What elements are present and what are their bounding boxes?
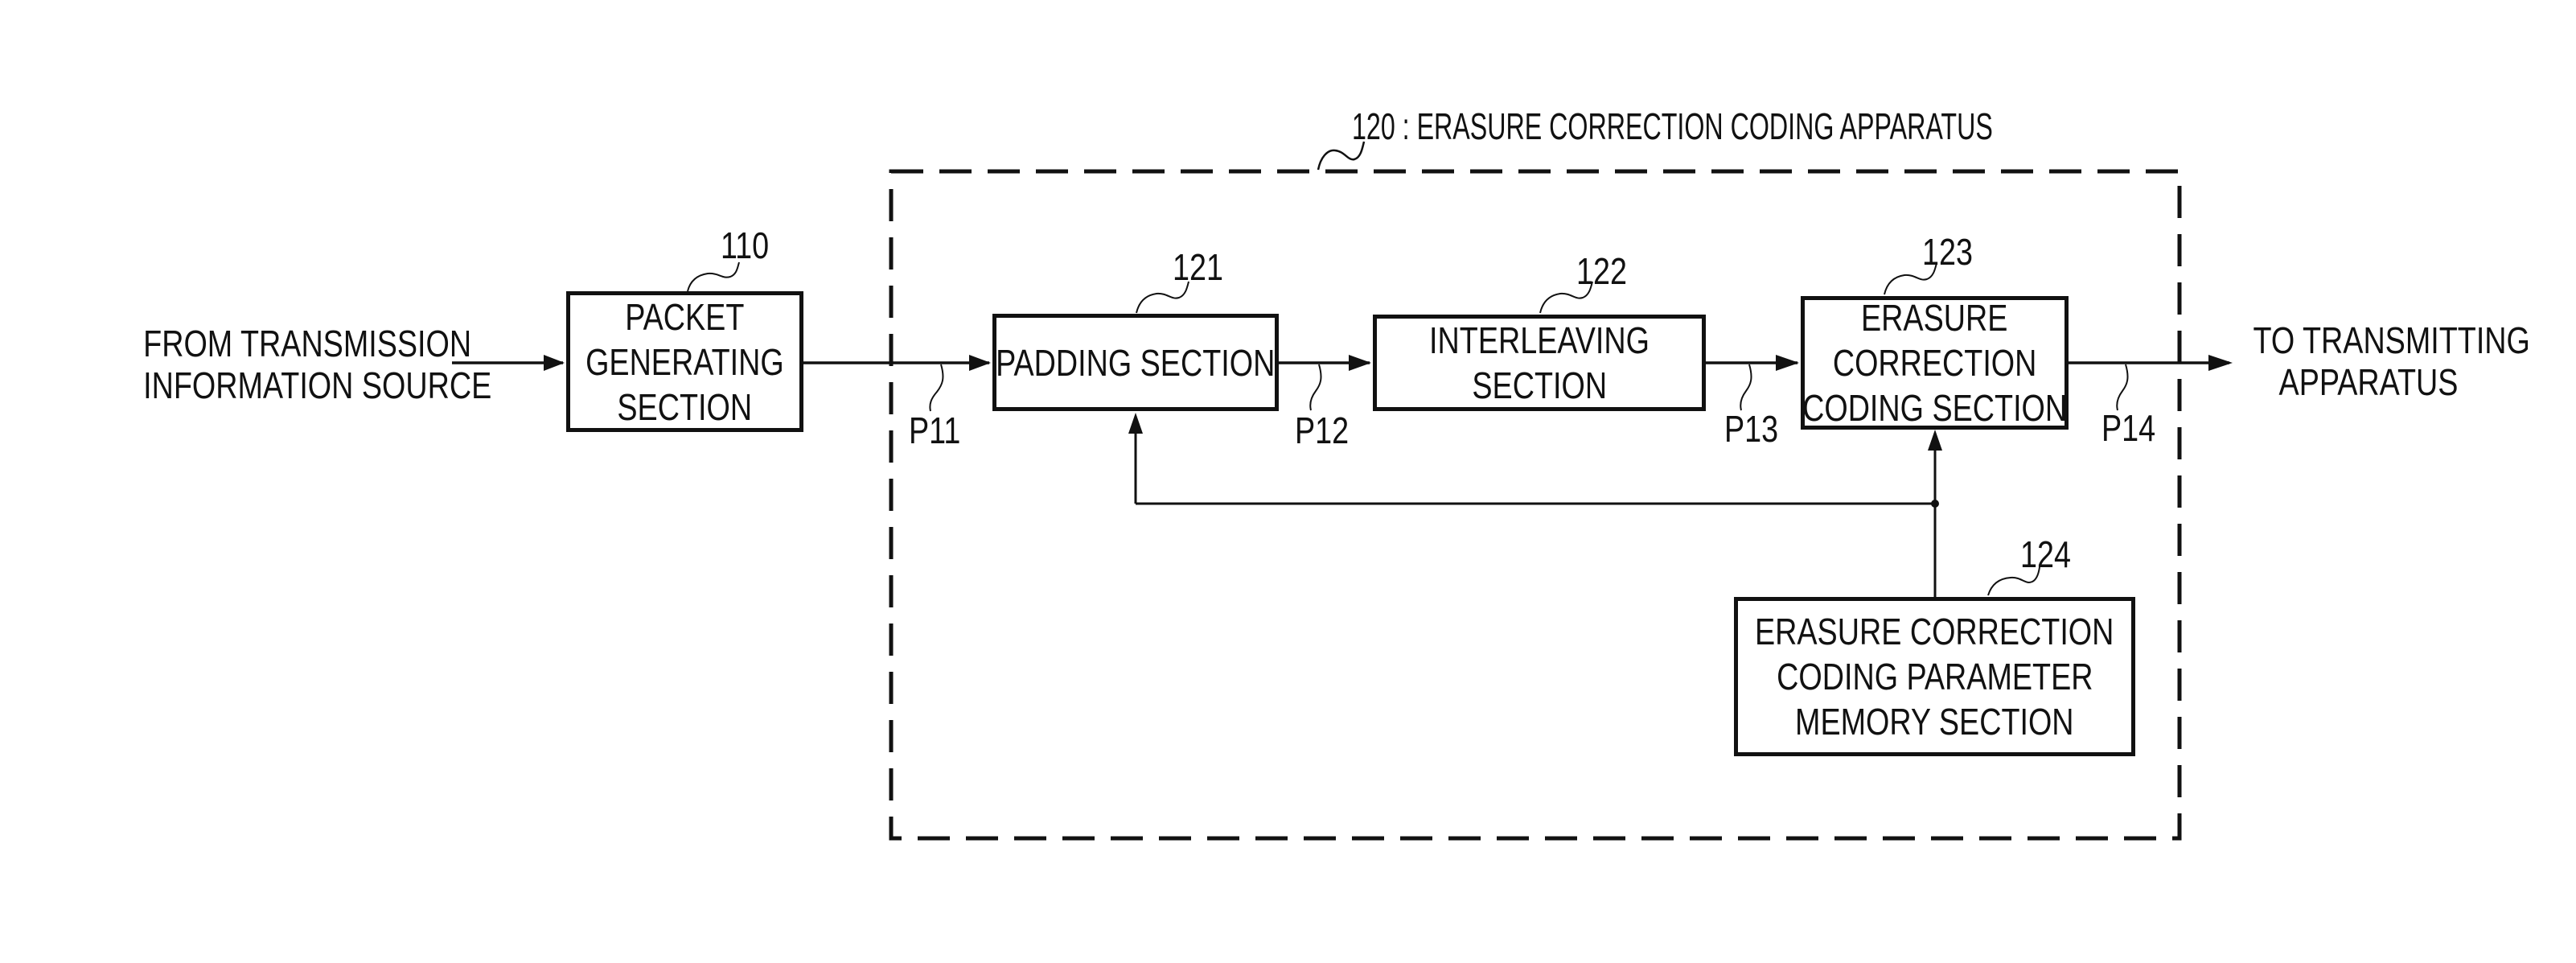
feedback-arrowhead-123 bbox=[1928, 430, 1942, 451]
erasure-correction-coding-section-block: ERASURE CORRECTION CODING SECTION bbox=[1801, 296, 2069, 430]
diagram-connections bbox=[452, 141, 2233, 841]
packet-generating-section-block: PACKET GENERATING SECTION bbox=[566, 291, 803, 432]
output-destination-label: TO TRANSMITTING APPARATUS bbox=[2228, 319, 2530, 403]
block-123-line-1: ERASURE bbox=[1861, 297, 2008, 339]
signal-label-p12: P12 bbox=[1295, 409, 1350, 451]
block-123-line-3: CODING SECTION bbox=[1802, 387, 2068, 429]
p11-leader bbox=[929, 364, 944, 412]
signal-arrowhead-p12 bbox=[1349, 355, 1371, 371]
ref-number-122: 122 bbox=[1576, 250, 1627, 292]
padding-section-block: PADDING SECTION bbox=[992, 314, 1279, 411]
block-122-line-2: SECTION bbox=[1472, 364, 1607, 406]
p12-leader bbox=[1309, 364, 1322, 411]
interleaving-section-block: INTERLEAVING SECTION bbox=[1373, 315, 1706, 411]
ref-number-124: 124 bbox=[2020, 533, 2071, 575]
erasure-correction-coding-parameter-memory-section-block: ERASURE CORRECTION CODING PARAMETER MEMO… bbox=[1734, 597, 2135, 756]
block-122-line-1: INTERLEAVING bbox=[1429, 319, 1650, 361]
output-label-line-2: APPARATUS bbox=[2278, 361, 2459, 403]
block-diagram: 120 : ERASURE CORRECTION CODING APPARATU… bbox=[0, 0, 2576, 963]
p13-leader bbox=[1740, 364, 1752, 411]
block-110-line-1: PACKET bbox=[625, 295, 745, 338]
ref-number-110: 110 bbox=[721, 224, 770, 266]
block-110-line-2: GENERATING bbox=[585, 340, 784, 383]
ref-number-121: 121 bbox=[1173, 246, 1223, 288]
block-123-line-2: CORRECTION bbox=[1832, 342, 2037, 384]
feedback-arrowhead-121 bbox=[1128, 413, 1143, 434]
signal-label-p14: P14 bbox=[2101, 407, 2156, 449]
p14-leader bbox=[2116, 364, 2129, 411]
block-124-line-1: ERASURE CORRECTION bbox=[1755, 611, 2114, 652]
signal-arrowhead-p11 bbox=[969, 355, 991, 371]
ref-number-123: 123 bbox=[1922, 231, 1973, 273]
signal-label-p13: P13 bbox=[1724, 408, 1779, 450]
signal-label-p11: P11 bbox=[909, 409, 961, 451]
input-label-line-2: INFORMATION SOURCE bbox=[143, 364, 492, 406]
apparatus-title: 120 : ERASURE CORRECTION CODING APPARATU… bbox=[1352, 105, 1993, 147]
input-arrowhead bbox=[544, 355, 565, 371]
block-121-line-1: PADDING SECTION bbox=[996, 341, 1276, 384]
input-label-line-1: FROM TRANSMISSION bbox=[143, 323, 472, 364]
block-110-line-3: SECTION bbox=[617, 385, 753, 428]
block-124-line-2: CODING PARAMETER bbox=[1776, 656, 2093, 698]
ref-leader-110 bbox=[687, 261, 740, 292]
signal-arrowhead-p13 bbox=[1776, 355, 1799, 371]
input-source-label: FROM TRANSMISSION INFORMATION SOURCE bbox=[113, 323, 492, 406]
block-124-line-3: MEMORY SECTION bbox=[1795, 701, 2074, 743]
output-label-line-1: TO TRANSMITTING bbox=[2253, 319, 2530, 361]
